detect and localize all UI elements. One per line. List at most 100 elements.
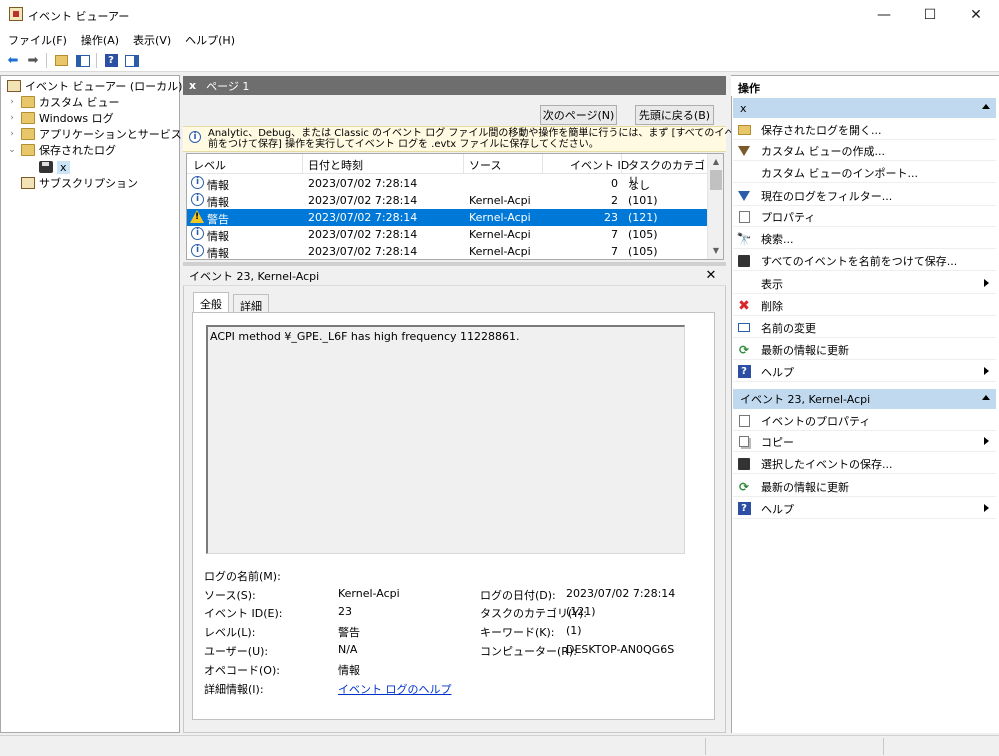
action-view[interactable]: 表示	[733, 274, 996, 294]
cell-level: 警告	[207, 213, 229, 226]
minimize-button[interactable]: —	[861, 0, 907, 29]
back-arrow-icon[interactable]: ⬅	[4, 52, 22, 69]
action-refresh-event[interactable]: ⟳ 最新の情報に更新	[733, 477, 996, 497]
submenu-arrow-icon	[984, 437, 989, 445]
chevron-right-icon[interactable]: ›	[7, 129, 17, 139]
maximize-button[interactable]: ☐	[907, 0, 953, 29]
menu-action[interactable]: 操作(A)	[73, 29, 125, 49]
action-label: 現在のログをフィルター...	[761, 189, 893, 203]
table-row[interactable]: i 情報 2023/07/02 7:28:14 Kernel-Acpi 7 (1…	[187, 226, 707, 243]
log-name: x	[189, 79, 197, 92]
tree-item-app-service-logs[interactable]: › アプリケーションとサービス ログ	[7, 126, 207, 142]
table-row[interactable]: i 情報 2023/07/02 7:28:14 Kernel-Acpi 2 (1…	[187, 192, 707, 209]
tab-general[interactable]: 全般	[193, 292, 229, 313]
tree-item-label: カスタム ビュー	[39, 96, 120, 109]
show-hide-console-tree-icon[interactable]	[74, 52, 92, 69]
column-header-datetime[interactable]: 日付と時刻	[308, 157, 363, 173]
event-list-grid: レベル 日付と時刻 ソース イベント ID タスクのカテゴリ i 情報 2023…	[186, 153, 724, 260]
tree-item-windows-logs[interactable]: › Windows ログ	[7, 110, 114, 126]
action-label: プロパティ	[761, 210, 816, 224]
table-row[interactable]: i 情報 2023/07/02 7:28:14 0 なし	[187, 175, 707, 192]
forward-arrow-icon[interactable]: ➡	[24, 52, 42, 69]
status-bar	[0, 735, 999, 756]
tab-details[interactable]: 詳細	[233, 294, 269, 313]
action-label: 名前の変更	[761, 321, 816, 335]
actions-section-event[interactable]: イベント 23, Kernel-Acpi	[733, 389, 996, 409]
close-button[interactable]: ✕	[953, 0, 999, 29]
tree-item-saved-x[interactable]: x	[39, 159, 70, 175]
tree-item-label: x	[57, 160, 70, 174]
action-properties[interactable]: プロパティ	[733, 207, 996, 227]
actions-section-log[interactable]: x	[733, 98, 996, 118]
column-separator[interactable]	[621, 154, 622, 174]
action-find[interactable]: 🔭 検索...	[733, 229, 996, 249]
cell-datetime: 2023/07/02 7:28:14	[308, 245, 418, 258]
table-row-selected[interactable]: ! 警告 2023/07/02 7:28:14 Kernel-Acpi 23 (…	[187, 209, 707, 226]
action-label: イベントのプロパティ	[761, 414, 871, 428]
chevron-right-icon[interactable]: ›	[7, 113, 17, 123]
scroll-down-icon[interactable]: ▼	[708, 243, 723, 259]
action-label: 保存されたログを開く...	[761, 123, 882, 137]
column-separator[interactable]	[302, 154, 303, 174]
info-message-line2: 前をつけて保存] 操作を実行してイベント ログを .evtx ファイルに保存して…	[208, 139, 599, 150]
label-event-id: イベント ID(E):	[204, 607, 283, 620]
menu-help[interactable]: ヘルプ(H)	[177, 29, 241, 49]
chevron-right-icon[interactable]: ›	[7, 97, 17, 107]
menu-view[interactable]: 表示(V)	[125, 29, 177, 49]
table-row[interactable]: i 情報 2023/07/02 7:28:14 Kernel-Acpi 7 (1…	[187, 243, 707, 259]
folder-up-icon[interactable]	[52, 52, 70, 69]
action-save-all-events-as[interactable]: すべてのイベントを名前をつけて保存...	[733, 251, 996, 271]
action-delete[interactable]: ✖ 削除	[733, 296, 996, 316]
tree-item-custom-views[interactable]: › カスタム ビュー	[7, 94, 120, 110]
collapse-up-icon[interactable]	[982, 395, 990, 400]
event-detail-title: イベント 23, Kernel-Acpi	[183, 266, 726, 286]
next-page-button[interactable]: 次のページ(N)	[540, 105, 617, 125]
action-help-event[interactable]: ? ヘルプ	[733, 499, 996, 519]
show-hide-action-pane-icon[interactable]	[123, 52, 141, 69]
action-help[interactable]: ? ヘルプ	[733, 362, 996, 382]
action-copy[interactable]: コピー	[733, 432, 996, 452]
close-detail-button[interactable]: ✕	[703, 266, 719, 284]
first-page-button[interactable]: 先頭に戻る(B)	[635, 105, 714, 125]
scrollbar-thumb[interactable]	[710, 170, 722, 190]
event-viewer-app-icon	[9, 7, 23, 21]
event-log-help-link[interactable]: イベント ログのヘルプ	[338, 681, 452, 697]
label-logged: ログの日付(D):	[480, 589, 556, 602]
menu-file[interactable]: ファイル(F)	[0, 29, 73, 49]
folder-icon	[21, 112, 35, 124]
action-rename[interactable]: 名前の変更	[733, 318, 996, 338]
action-open-saved-log[interactable]: 保存されたログを開く...	[733, 120, 996, 140]
grid-vertical-scrollbar[interactable]: ▲ ▼	[707, 154, 723, 259]
action-save-selected-events[interactable]: 選択したイベントの保存...	[733, 454, 996, 474]
console-tree: イベント ビューアー (ローカル) › カスタム ビュー › Windows ロ…	[0, 75, 207, 733]
info-icon: i	[191, 176, 204, 189]
action-import-custom-view[interactable]: カスタム ビューのインポート...	[733, 163, 996, 183]
value-opcode: 情報	[338, 664, 360, 677]
help-icon: ?	[737, 502, 751, 516]
tree-item-subscriptions[interactable]: サブスクリプション	[21, 175, 138, 191]
column-header-source[interactable]: ソース	[469, 157, 501, 173]
help-icon[interactable]: ?	[102, 52, 120, 69]
action-refresh[interactable]: ⟳ 最新の情報に更新	[733, 340, 996, 360]
column-separator[interactable]	[463, 154, 464, 174]
column-header-level[interactable]: レベル	[193, 157, 226, 173]
label-more-info: 詳細情報(I):	[204, 683, 264, 696]
tree-item-saved-logs[interactable]: ⌄ 保存されたログ	[7, 142, 116, 158]
collapse-up-icon[interactable]	[982, 104, 990, 109]
action-event-properties[interactable]: イベントのプロパティ	[733, 411, 996, 431]
value-user: N/A	[338, 643, 358, 656]
column-separator[interactable]	[542, 154, 543, 174]
action-create-custom-view[interactable]: カスタム ビューの作成...	[733, 141, 996, 161]
action-filter-current-log[interactable]: 現在のログをフィルター...	[733, 186, 996, 206]
tree-root[interactable]: イベント ビューアー (ローカル)	[7, 78, 182, 94]
chevron-down-icon[interactable]: ⌄	[7, 145, 17, 155]
event-message-box[interactable]: ACPI method ¥_GPE._L6F has high frequenc…	[206, 325, 685, 554]
scroll-up-icon[interactable]: ▲	[708, 154, 723, 170]
status-separator	[883, 738, 884, 755]
cell-datetime: 2023/07/02 7:28:14	[308, 194, 418, 207]
value-source: Kernel-Acpi	[338, 587, 400, 600]
action-label: 選択したイベントの保存...	[761, 457, 893, 471]
toolbar-separator	[96, 53, 97, 68]
label-level: レベル(L):	[204, 626, 256, 639]
info-icon: i	[191, 193, 204, 206]
